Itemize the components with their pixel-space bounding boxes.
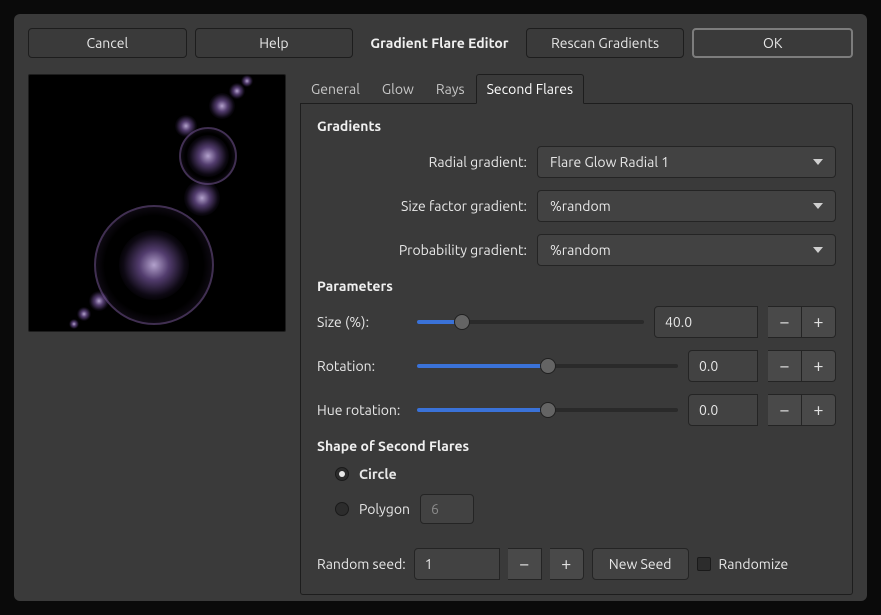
- header-button-row: Cancel Help Gradient Flare Editor Rescan…: [28, 28, 853, 58]
- parameters-heading: Parameters: [317, 278, 836, 294]
- size-gradient-value: %random: [550, 198, 611, 214]
- rotation-spin: − +: [768, 350, 836, 382]
- radial-gradient-value: Flare Glow Radial 1: [550, 154, 669, 170]
- randomize-label: Randomize: [719, 556, 789, 572]
- new-seed-button[interactable]: New Seed: [592, 548, 689, 580]
- size-gradient-label: Size factor gradient:: [317, 198, 527, 214]
- size-spin: − +: [768, 306, 836, 338]
- size-row: Size (%): 40.0 − +: [317, 306, 836, 338]
- tabs: General Glow Rays Second Flares: [300, 74, 853, 104]
- prob-gradient-value: %random: [550, 242, 611, 258]
- rescan-label: Rescan Gradients: [551, 35, 659, 51]
- right-pane: General Glow Rays Second Flares Gradient…: [300, 74, 853, 587]
- seed-label: Random seed:: [317, 556, 406, 572]
- radio-icon[interactable]: [335, 502, 349, 516]
- tab-general[interactable]: General: [300, 74, 371, 104]
- dialog: Cancel Help Gradient Flare Editor Rescan…: [14, 14, 867, 601]
- radial-gradient-row: Radial gradient: Flare Glow Radial 1: [317, 146, 836, 178]
- polygon-sides-input[interactable]: 6: [420, 494, 474, 524]
- chevron-down-icon: [813, 159, 823, 165]
- randomize-checkbox[interactable]: [697, 557, 711, 571]
- hue-slider[interactable]: [417, 401, 678, 419]
- slider-thumb[interactable]: [540, 402, 556, 418]
- rescan-gradients-button[interactable]: Rescan Gradients: [526, 28, 685, 58]
- size-slider[interactable]: [417, 313, 644, 331]
- cancel-label: Cancel: [86, 35, 128, 51]
- radio-icon[interactable]: [335, 467, 349, 481]
- rotation-slider[interactable]: [417, 357, 678, 375]
- prob-gradient-label: Probability gradient:: [317, 242, 527, 258]
- shape-heading: Shape of Second Flares: [317, 438, 836, 454]
- tab-rays[interactable]: Rays: [425, 74, 476, 104]
- size-gradient-dropdown[interactable]: %random: [537, 190, 836, 222]
- ok-button[interactable]: OK: [692, 28, 853, 58]
- decrement-button[interactable]: −: [768, 394, 802, 426]
- slider-thumb[interactable]: [454, 314, 470, 330]
- increment-button[interactable]: +: [802, 394, 836, 426]
- size-label: Size (%):: [317, 314, 407, 330]
- help-label: Help: [259, 35, 288, 51]
- seed-input[interactable]: 1: [414, 548, 500, 580]
- radial-gradient-dropdown[interactable]: Flare Glow Radial 1: [537, 146, 836, 178]
- rotation-value-input[interactable]: 0.0: [688, 350, 758, 382]
- hue-value-input[interactable]: 0.0: [688, 394, 758, 426]
- chevron-down-icon: [813, 203, 823, 209]
- increment-button[interactable]: +: [550, 548, 584, 580]
- radial-gradient-label: Radial gradient:: [317, 154, 527, 170]
- tab-body: Gradients Radial gradient: Flare Glow Ra…: [300, 103, 853, 595]
- preview-canvas: [28, 74, 286, 332]
- shape-polygon-label: Polygon: [359, 501, 410, 517]
- cancel-button[interactable]: Cancel: [28, 28, 187, 58]
- size-value-input[interactable]: 40.0: [654, 306, 758, 338]
- decrement-button[interactable]: −: [768, 306, 802, 338]
- gradients-heading: Gradients: [317, 118, 836, 134]
- dialog-body: General Glow Rays Second Flares Gradient…: [28, 74, 853, 587]
- hue-row: Hue rotation: 0.0 − +: [317, 394, 836, 426]
- seed-row: Random seed: 1 − + New Seed Randomize: [317, 548, 836, 580]
- hue-label: Hue rotation:: [317, 402, 407, 418]
- decrement-button[interactable]: −: [508, 548, 542, 580]
- shape-circle-label: Circle: [359, 466, 397, 482]
- decrement-button[interactable]: −: [768, 350, 802, 382]
- increment-button[interactable]: +: [802, 350, 836, 382]
- tab-glow[interactable]: Glow: [371, 74, 425, 104]
- tab-second-flares[interactable]: Second Flares: [476, 74, 584, 104]
- help-button[interactable]: Help: [195, 28, 354, 58]
- size-gradient-row: Size factor gradient: %random: [317, 190, 836, 222]
- prob-gradient-dropdown[interactable]: %random: [537, 234, 836, 266]
- shape-polygon-row[interactable]: Polygon 6: [317, 494, 836, 524]
- ok-label: OK: [763, 35, 782, 51]
- prob-gradient-row: Probability gradient: %random: [317, 234, 836, 266]
- slider-thumb[interactable]: [540, 358, 556, 374]
- chevron-down-icon: [813, 247, 823, 253]
- rotation-row: Rotation: 0.0 − +: [317, 350, 836, 382]
- shape-circle-row[interactable]: Circle: [317, 466, 836, 482]
- page-title: Gradient Flare Editor: [361, 28, 518, 58]
- rotation-label: Rotation:: [317, 358, 407, 374]
- hue-spin: − +: [768, 394, 836, 426]
- increment-button[interactable]: +: [802, 306, 836, 338]
